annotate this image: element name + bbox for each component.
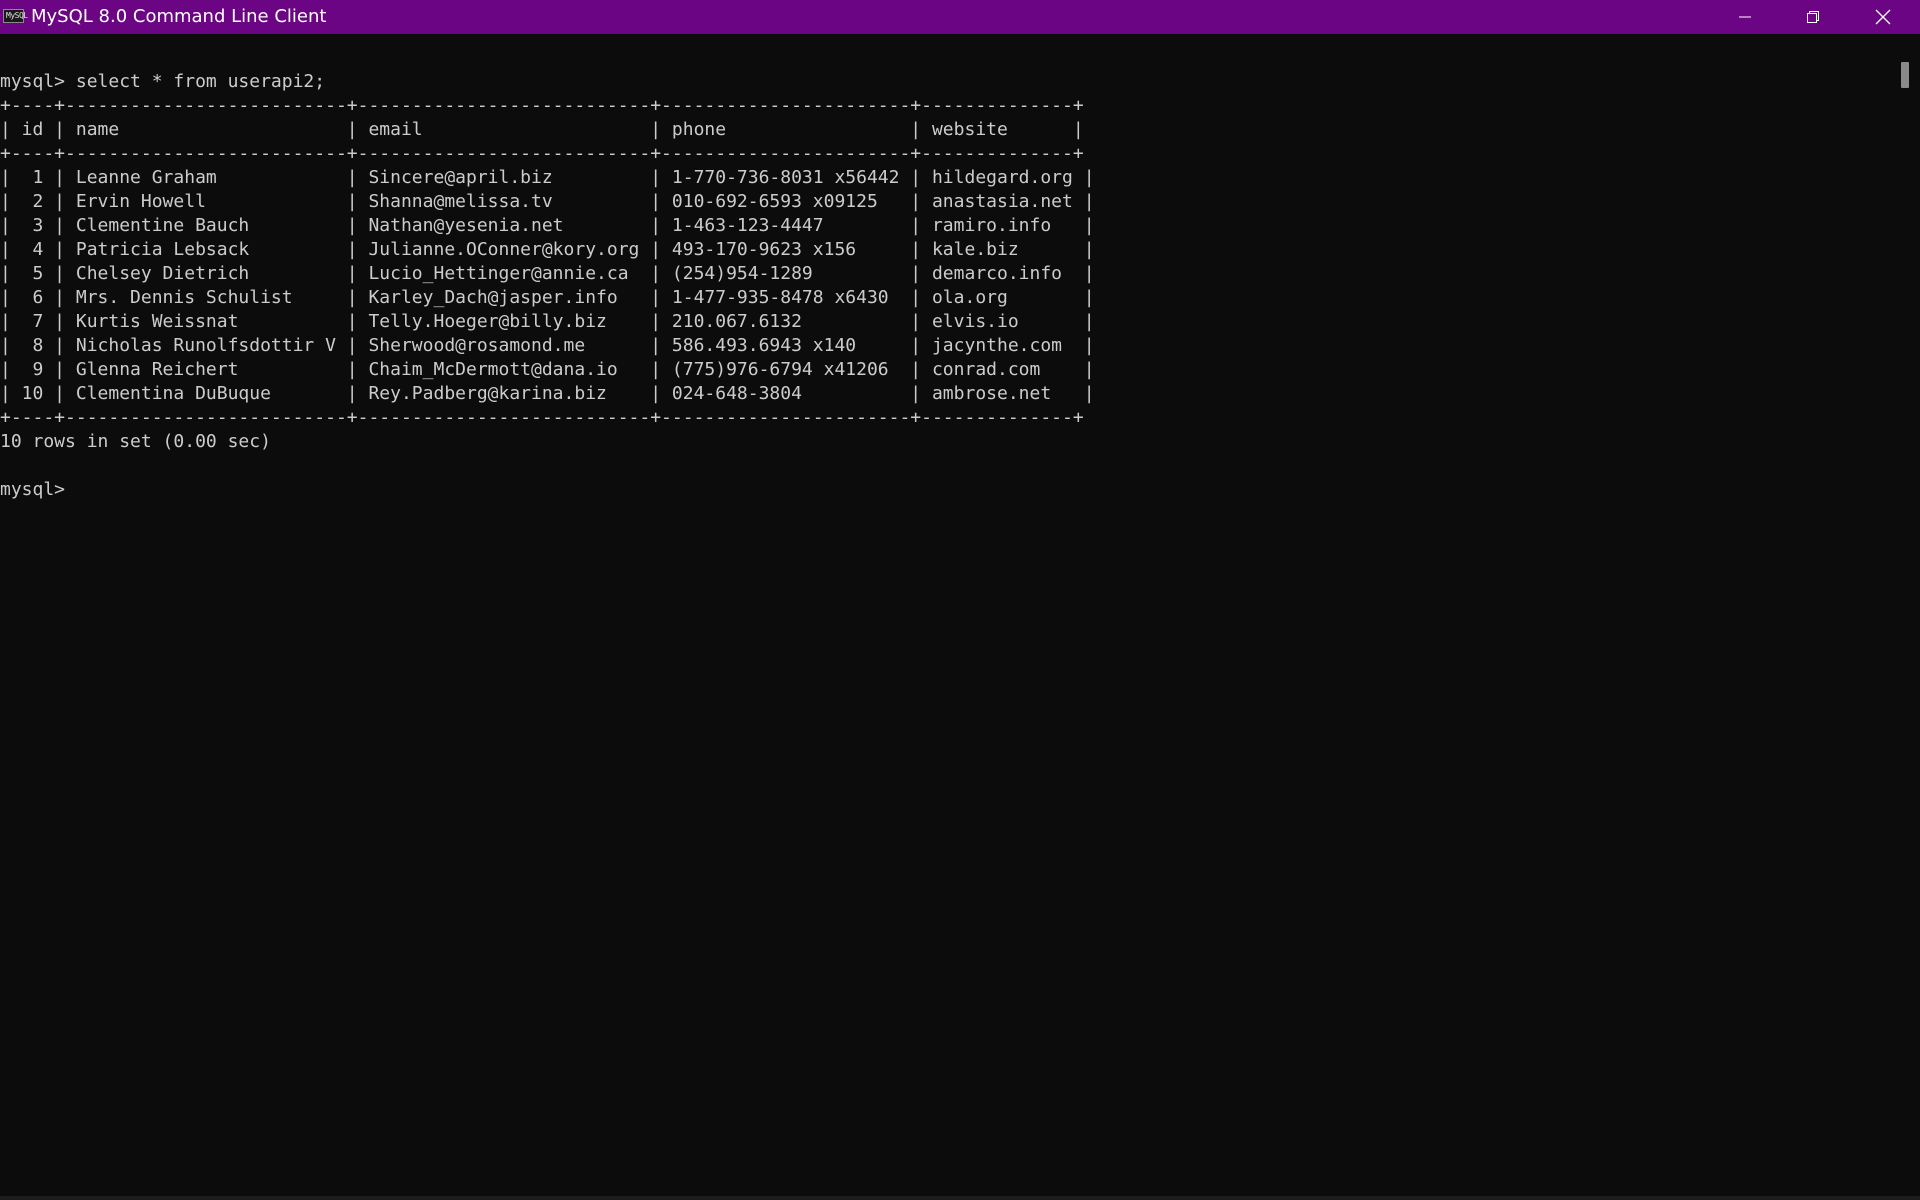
table-row: | 10 | Clementina DuBuque | Rey.Padberg@… — [0, 383, 1095, 404]
table-row: | 5 | Chelsey Dietrich | Lucio_Hettinger… — [0, 263, 1095, 284]
result-summary: 10 rows in set (0.00 sec) — [0, 431, 271, 452]
table-row: | 7 | Kurtis Weissnat | Telly.Hoeger@bil… — [0, 311, 1095, 332]
close-button[interactable] — [1848, 0, 1918, 34]
table-row: | 1 | Leanne Graham | Sincere@april.biz … — [0, 167, 1095, 188]
title-bar[interactable]: MySQL MySQL 8.0 Command Line Client — [0, 0, 1920, 34]
minimize-button[interactable] — [1710, 0, 1780, 34]
minimize-icon — [1739, 16, 1751, 18]
table-border-bottom: +----+--------------------------+-------… — [0, 407, 1084, 428]
table-row: | 6 | Mrs. Dennis Schulist | Karley_Dach… — [0, 287, 1095, 308]
mysql-client-window: MySQL MySQL 8.0 Command Line Client mysq… — [0, 0, 1920, 1200]
restore-button[interactable] — [1778, 0, 1848, 34]
table-border-header: +----+--------------------------+-------… — [0, 143, 1084, 164]
app-icon-label: MySQL — [6, 11, 28, 20]
table-row: | 4 | Patricia Lebsack | Julianne.OConne… — [0, 239, 1095, 260]
table-row: | 2 | Ervin Howell | Shanna@melissa.tv |… — [0, 191, 1095, 212]
table-row: | 3 | Clementine Bauch | Nathan@yesenia.… — [0, 215, 1095, 236]
vertical-scrollbar[interactable] — [1888, 34, 1920, 1196]
table-row: | 8 | Nicholas Runolfsdottir V | Sherwoo… — [0, 335, 1095, 356]
mysql-app-icon: MySQL — [3, 9, 28, 23]
command-line: mysql> select * from userapi2; — [0, 71, 326, 92]
table-header-row: | id | name | email | phone | website | — [0, 119, 1084, 140]
window-title: MySQL 8.0 Command Line Client — [31, 6, 327, 27]
table-border-top: +----+--------------------------+-------… — [0, 95, 1084, 116]
terminal-area[interactable]: mysql> select * from userapi2; +----+---… — [0, 34, 1888, 1196]
terminal-output: mysql> select * from userapi2; +----+---… — [0, 70, 1095, 502]
window-bottom-edge — [0, 1196, 1920, 1200]
restore-icon — [1807, 11, 1819, 23]
mysql-prompt[interactable]: mysql> — [0, 478, 1095, 502]
close-icon — [1875, 9, 1891, 25]
scrollbar-thumb[interactable] — [1901, 62, 1909, 88]
table-row: | 9 | Glenna Reichert | Chaim_McDermott@… — [0, 359, 1095, 380]
